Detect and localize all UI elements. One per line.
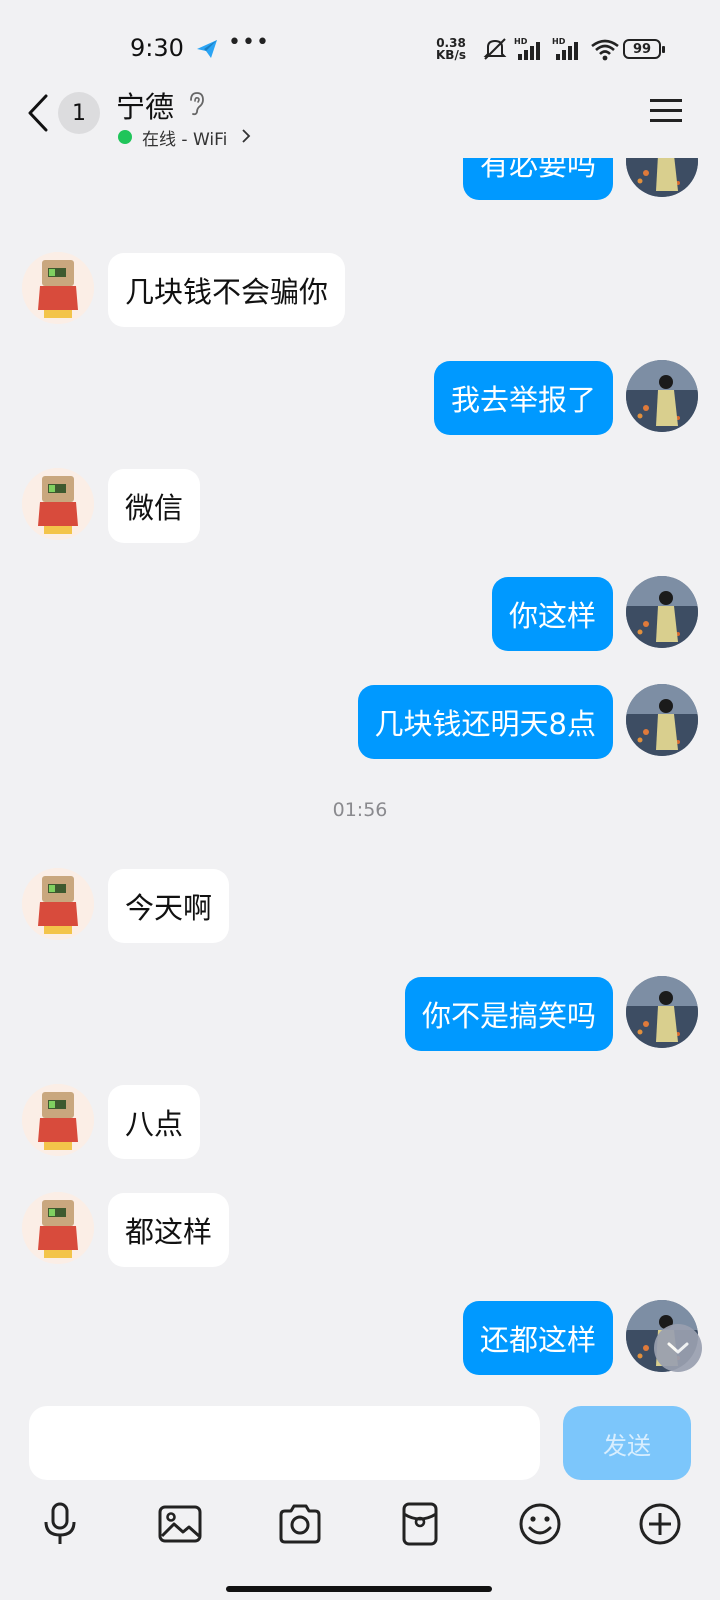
received-message: 几块钱不会骗你	[0, 252, 720, 327]
contact-avatar[interactable]	[22, 252, 94, 324]
online-status-dot	[118, 130, 132, 144]
menu-button[interactable]	[648, 96, 684, 126]
my-avatar[interactable]	[626, 976, 698, 1048]
message-bubble[interactable]: 微信	[108, 469, 201, 543]
sent-message: 几块钱还明天8点	[0, 684, 720, 759]
emoji-icon[interactable]	[516, 1500, 564, 1548]
sent-message: 我去举报了	[0, 360, 720, 435]
contact-name[interactable]: 宁德	[116, 84, 174, 126]
status-time: 9:30	[130, 34, 184, 62]
my-avatar[interactable]	[626, 576, 698, 648]
scroll-to-bottom-button[interactable]	[654, 1324, 702, 1372]
ear-icon[interactable]	[186, 90, 208, 116]
contact-avatar[interactable]	[22, 868, 94, 940]
home-indicator[interactable]	[226, 1586, 492, 1592]
received-message: 微信	[0, 468, 720, 543]
send-button[interactable]: 发送	[563, 1406, 691, 1480]
unread-count-badge[interactable]: 1	[58, 92, 100, 134]
message-bubble[interactable]: 几块钱不会骗你	[108, 253, 346, 327]
signal-hd-icon-2: HD	[552, 37, 578, 60]
message-bubble[interactable]: 你这样	[491, 577, 613, 651]
more-notifications-icon: •••	[228, 30, 270, 55]
back-button[interactable]	[20, 88, 56, 138]
camera-icon[interactable]	[276, 1500, 324, 1548]
chevron-down-icon	[667, 1342, 689, 1354]
input-area: 发送	[0, 1402, 720, 1600]
plus-icon[interactable]	[636, 1500, 684, 1548]
contact-avatar[interactable]	[22, 1084, 94, 1156]
message-bubble[interactable]: 都这样	[108, 1193, 230, 1267]
message-bubble[interactable]: 我去举报了	[433, 361, 613, 435]
network-speed: 0.38 KB/s	[436, 36, 466, 62]
message-bubble[interactable]: 几块钱还明天8点	[357, 685, 613, 759]
received-message: 都这样	[0, 1192, 720, 1267]
telegram-icon	[197, 40, 217, 58]
message-bubble[interactable]: 今天啊	[108, 869, 230, 943]
red-packet-icon[interactable]	[396, 1500, 444, 1548]
chat-messages[interactable]: 有必要吗 几块钱不会骗你 我去举报了 微信 你这样 几块钱还明天8点 01:56 今天啊 你不是…	[0, 140, 720, 1402]
microphone-icon[interactable]	[36, 1500, 84, 1548]
sent-message: 还都这样	[0, 1300, 720, 1375]
contact-avatar[interactable]	[22, 1192, 94, 1264]
muted-bell-icon	[483, 38, 507, 60]
svg-text:HD: HD	[552, 37, 566, 46]
my-avatar[interactable]	[626, 684, 698, 756]
message-bubble[interactable]: 八点	[108, 1085, 201, 1159]
message-bubble[interactable]: 你不是搞笑吗	[404, 977, 613, 1051]
chat-toolbar	[0, 1500, 720, 1552]
sent-message: 你不是搞笑吗	[0, 976, 720, 1051]
chevron-right-icon[interactable]	[240, 128, 252, 144]
message-timestamp: 01:56	[332, 799, 388, 821]
image-icon[interactable]	[156, 1500, 204, 1548]
online-status[interactable]: 在线 - WiFi	[142, 125, 227, 150]
contact-avatar[interactable]	[22, 468, 94, 540]
received-message: 八点	[0, 1084, 720, 1159]
message-input[interactable]	[29, 1406, 540, 1480]
my-avatar[interactable]	[626, 360, 698, 432]
received-message: 今天啊	[0, 868, 720, 943]
sent-message: 你这样	[0, 576, 720, 651]
signal-hd-icon-1: HD	[514, 37, 540, 60]
status-bar: 9:30 ••• 0.38 KB/s HD HD 99	[0, 0, 720, 84]
message-bubble[interactable]: 还都这样	[462, 1301, 613, 1375]
svg-text:HD: HD	[514, 37, 528, 46]
wifi-icon	[591, 39, 619, 61]
chat-header: 1 宁德 在线 - WiFi	[0, 84, 720, 158]
battery-indicator: 99	[623, 39, 665, 59]
